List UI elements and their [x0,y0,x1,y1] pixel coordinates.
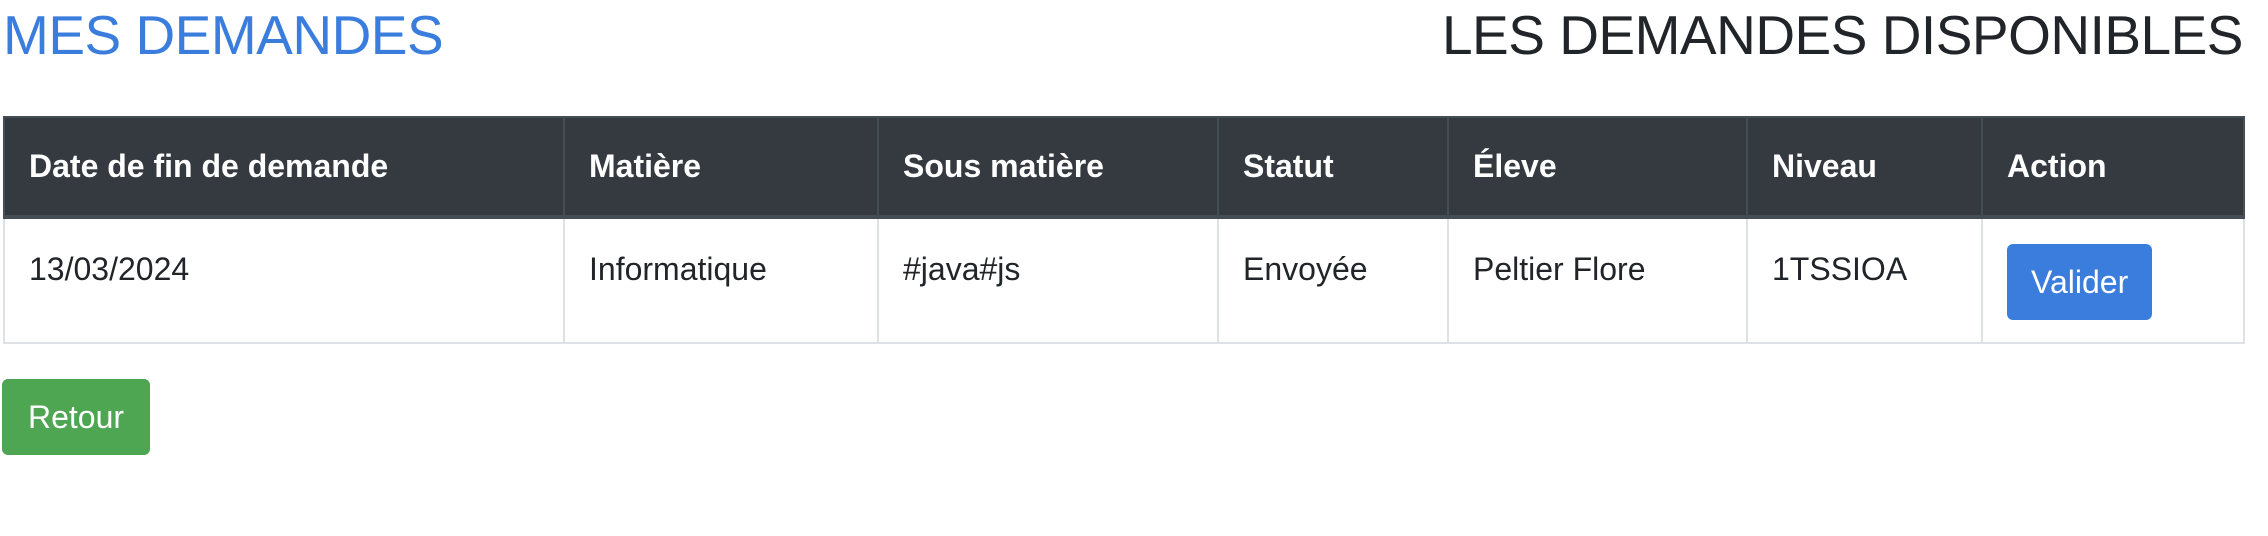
column-header-action: Action [1981,116,2245,219]
table-body: 13/03/2024 Informatique #java#js Envoyée… [3,216,2245,344]
table-row: 13/03/2024 Informatique #java#js Envoyée… [3,216,2245,344]
column-header-status: Statut [1217,116,1449,219]
table-header-row: Date de fin de demande Matière Sous mati… [3,116,2245,219]
validate-button[interactable]: Valider [2007,244,2153,320]
requests-table: Date de fin de demande Matière Sous mati… [3,116,2245,344]
available-requests-title: LES DEMANDES DISPONIBLES [1441,4,2244,66]
column-header-level: Niveau [1746,116,1983,219]
table-header: Date de fin de demande Matière Sous mati… [3,116,2245,219]
column-header-end-date: Date de fin de demande [3,116,565,219]
page-header: MES DEMANDES LES DEMANDES DISPONIBLES [3,0,2244,70]
cell-student: Peltier Flore [1447,216,1748,344]
column-header-subject: Matière [563,116,879,219]
page: MES DEMANDES LES DEMANDES DISPONIBLES Da… [0,0,2268,536]
column-header-subsubject: Sous matière [877,116,1219,219]
cell-subsubject: #java#js [877,216,1219,344]
cell-level: 1TSSIOA [1746,216,1983,344]
column-header-student: Éleve [1447,116,1748,219]
back-button[interactable]: Retour [2,379,151,455]
cell-subject: Informatique [563,216,879,344]
cell-status: Envoyée [1217,216,1449,344]
cell-end-date: 13/03/2024 [3,216,565,344]
my-requests-link[interactable]: MES DEMANDES [3,4,444,66]
cell-action: Valider [1981,216,2245,344]
